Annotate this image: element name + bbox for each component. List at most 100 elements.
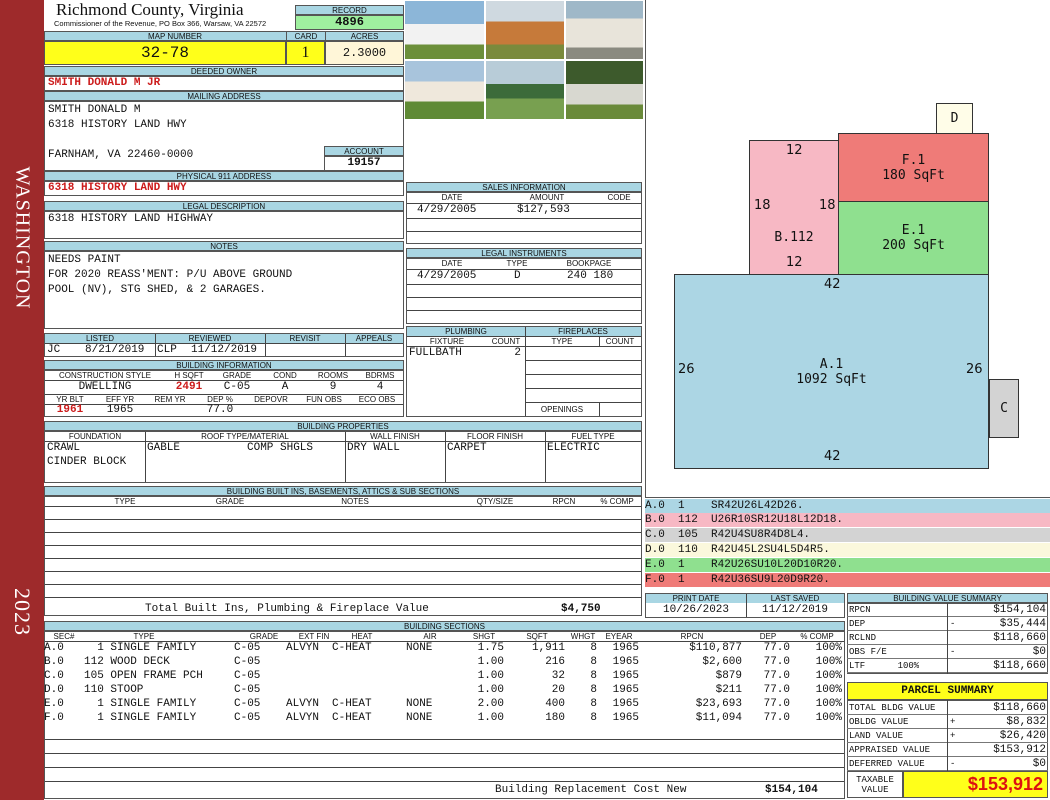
- table-cell: 1965: [612, 670, 639, 682]
- table-cell: 1.00: [477, 684, 504, 696]
- li-date-header: DATE: [441, 259, 463, 268]
- replacement-cost-label: Building Replacement Cost New: [495, 784, 687, 796]
- table-cell: 32: [551, 670, 565, 682]
- table-cell: 1.00: [477, 656, 504, 668]
- sketch-e-area: 200 SqFt: [882, 238, 945, 253]
- legal-instr-table: DATE TYPE BOOKPAGE 4/29/2005 D 240 180: [406, 258, 642, 324]
- building-info-header: BUILDING INFORMATION: [44, 360, 404, 370]
- vs-ltf-value: $118,660: [993, 660, 1046, 672]
- roof-header: ROOF TYPE/MATERIAL: [201, 432, 289, 441]
- mailing-line-2: 6318 HISTORY LAND HWY: [48, 119, 187, 131]
- ps-bldg-label: TOTAL BLDG VALUE: [849, 703, 936, 713]
- table-cell: 1965: [612, 642, 639, 654]
- last-saved: 11/12/2019: [761, 604, 828, 616]
- grade-value: C-05: [223, 381, 251, 393]
- table-cell: 77.0: [763, 698, 790, 710]
- legend-row-b: B.0 112 U26R10SR12U18L12D18.: [645, 513, 1050, 527]
- sections-col-sqft: SQFT: [526, 632, 548, 641]
- bi-rpcn-header: RPCN: [552, 497, 576, 506]
- table-cell: 77.0: [763, 684, 790, 696]
- roof-type: GABLE: [147, 442, 181, 454]
- sections-col--comp: % COMP: [800, 632, 834, 641]
- table-cell: E.0: [44, 698, 64, 710]
- sections-col-grade: GRADE: [249, 632, 279, 641]
- plumbing-header: PLUMBING: [407, 327, 525, 336]
- taxable-value: $153,912: [903, 771, 1048, 798]
- table-cell: 2.00: [477, 698, 504, 710]
- table-cell: C-HEAT: [332, 698, 372, 710]
- li-date: 4/29/2005: [417, 270, 477, 282]
- table-cell: 77.0: [763, 670, 790, 682]
- sketch-f-label: F.1: [901, 152, 926, 168]
- table-cell: 20: [551, 684, 565, 696]
- sections-col-heat: HEAT: [351, 632, 373, 641]
- table-cell: F.0: [44, 712, 64, 724]
- plumb-count-header: COUNT: [491, 337, 521, 346]
- table-cell: 1965: [612, 656, 639, 668]
- map-number: 32-78: [44, 41, 286, 65]
- fixture-header: FIXTURE: [429, 337, 465, 346]
- sketch-b-label: B.112: [774, 230, 814, 245]
- table-cell: 100%: [815, 698, 842, 710]
- table-cell: $110,877: [689, 642, 742, 654]
- dep-value: 77.0: [206, 404, 234, 416]
- table-cell: 1.00: [477, 712, 504, 724]
- vs-rclnd-label: RCLND: [849, 633, 877, 643]
- sketch-section-d: D: [936, 103, 973, 134]
- vs-ltf-label: LTF 100%: [849, 661, 920, 671]
- acres-header: ACRES: [325, 31, 404, 41]
- builtins-header: BUILDING BUILT INS, BASEMENTS, ATTICS & …: [44, 486, 642, 496]
- table-cell: 8: [590, 712, 597, 724]
- properties-table: FOUNDATION ROOF TYPE/MATERIAL WALL FINIS…: [44, 431, 642, 483]
- value-summary-header: BUILDING VALUE SUMMARY: [847, 593, 1048, 603]
- vs-obs-value: $0: [1032, 646, 1046, 658]
- sections-col-eyear: EYEAR: [605, 632, 633, 641]
- dep-header: DEP %: [207, 395, 233, 404]
- mailing-header: MAILING ADDRESS: [44, 91, 404, 101]
- table-cell: NONE: [406, 712, 433, 724]
- table-cell: C-HEAT: [332, 642, 372, 654]
- table-cell: 8: [590, 656, 597, 668]
- legal-field: 6318 HISTORY LAND HIGHWAY: [44, 211, 404, 239]
- vs-obs-label: OBS F/E: [849, 647, 887, 657]
- sales-amount-header: AMOUNT: [529, 193, 565, 202]
- fixture-value: FULLBATH: [409, 347, 462, 359]
- bdrms-value: 4: [376, 381, 384, 393]
- parcel-summary-title: PARCEL SUMMARY: [847, 682, 1048, 700]
- ps-appraised-label: APPRAISED VALUE: [849, 745, 931, 755]
- account-number: 19157: [324, 156, 404, 171]
- property-photo-shed: [485, 0, 565, 60]
- physical-address: 6318 HISTORY LAND HWY: [48, 182, 187, 194]
- table-row: E.0 1 SINGLE FAMILY C-05 ALVYN C-HEAT NONE 2.…: [44, 697, 845, 711]
- dates-table: PRINT DATE LAST SAVED 10/26/2023 11/12/2…: [645, 593, 845, 618]
- sketch-section-a: A.1 1092 SqFt: [674, 274, 989, 469]
- sections-col-air: AIR: [423, 632, 437, 641]
- rooms-header: ROOMS: [317, 371, 349, 380]
- table-cell: $23,693: [695, 698, 742, 710]
- vs-obs-sign: -: [950, 647, 956, 657]
- foundation-2: CINDER BLOCK: [47, 456, 127, 468]
- notes-header: NOTES: [44, 241, 404, 251]
- sections-col-type: TYPE: [133, 632, 155, 641]
- table-cell: C.0: [44, 670, 64, 682]
- ps-obldg-value: $8,832: [1006, 716, 1046, 728]
- floor-value: CARPET: [447, 442, 487, 454]
- ps-obldg-label: OBLDG VALUE: [849, 717, 909, 727]
- county-sidebar: WASHINGTON 2023: [0, 0, 44, 800]
- table-cell: 77.0: [763, 642, 790, 654]
- sketch-a-area: 1092 SqFt: [796, 371, 867, 387]
- foundation-header: FOUNDATION: [68, 432, 122, 441]
- building-info-table: CONSTRUCTION STYLE H SQFT GRADE COND ROO…: [44, 370, 404, 417]
- dim-b-bottom: 12: [786, 255, 803, 270]
- listed-header: LISTED: [45, 334, 155, 343]
- note-line-1: NEEDS PAINT: [48, 254, 121, 266]
- physical-field: 6318 HISTORY LAND HWY: [44, 181, 404, 196]
- table-cell: 8: [590, 670, 597, 682]
- ps-divider: [947, 700, 948, 771]
- plumbing-fireplace-table: PLUMBING FIREPLACES FIXTURE COUNT TYPE C…: [406, 326, 642, 417]
- cond-header: COND: [273, 371, 297, 380]
- grade-header: GRADE: [222, 371, 252, 380]
- notes-block: NEEDS PAINT FOR 2020 REASS'MENT: P/U ABO…: [44, 251, 404, 329]
- table-cell: NONE: [406, 698, 433, 710]
- plumb-count-value: 2: [514, 347, 521, 359]
